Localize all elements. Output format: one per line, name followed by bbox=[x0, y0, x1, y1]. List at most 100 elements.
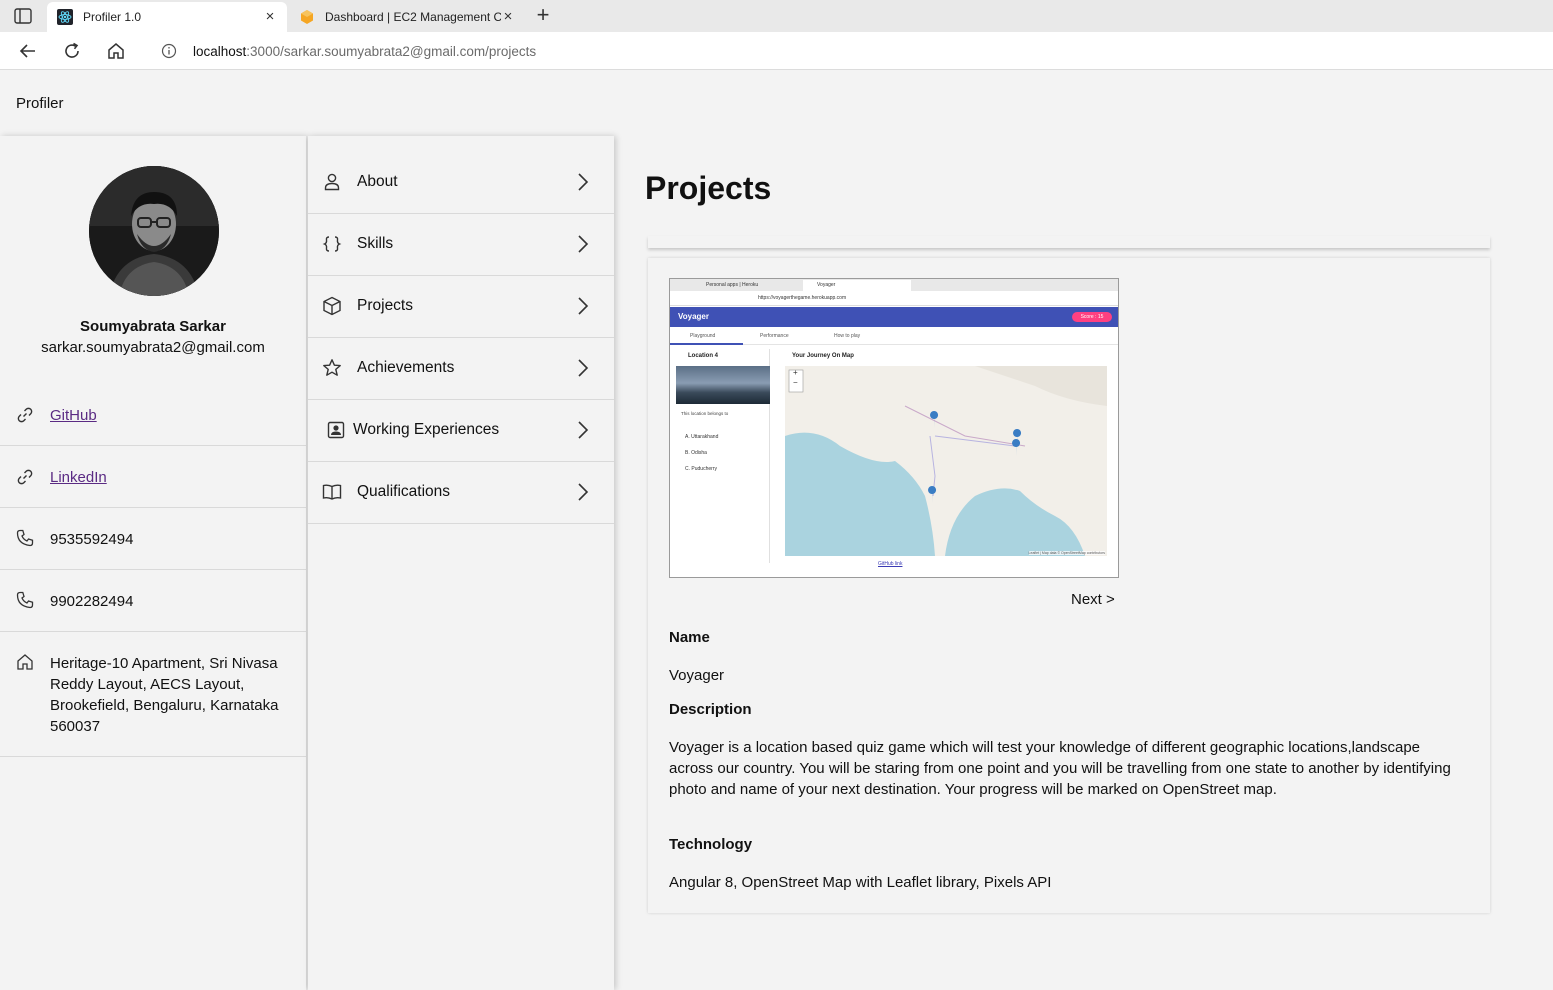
browser-tab-profiler[interactable]: Profiler 1.0 × bbox=[47, 2, 287, 32]
new-tab-button[interactable]: + bbox=[532, 4, 554, 27]
mini-browser-tabbar: Personal apps | Heroku Voyager bbox=[670, 279, 1118, 291]
contact-phone-2: 9902282494 bbox=[0, 570, 306, 632]
menu-item-achievements[interactable]: Achievements bbox=[308, 338, 614, 400]
browser-tab-dashboard[interactable]: Dashboard | EC2 Management C × bbox=[289, 2, 525, 32]
chevron-right-icon bbox=[578, 297, 589, 315]
mini-tab: Personal apps | Heroku bbox=[706, 282, 759, 288]
star-icon bbox=[323, 359, 341, 376]
github-link[interactable]: GitHub bbox=[50, 405, 97, 426]
project-description: Voyager is a location based quiz game wh… bbox=[669, 739, 1451, 798]
mini-question: This location belongs to bbox=[681, 411, 729, 416]
mini-tab-underline bbox=[670, 343, 743, 345]
phone-number: 9902282494 bbox=[50, 593, 134, 610]
mini-brand: Voyager bbox=[678, 312, 709, 321]
mini-github-link: GitHub link bbox=[878, 561, 903, 567]
aws-icon bbox=[301, 10, 313, 24]
menu-item-label: Qualifications bbox=[357, 483, 451, 500]
home-icon bbox=[17, 654, 33, 670]
map-graphic bbox=[785, 366, 1107, 556]
link-icon bbox=[17, 407, 33, 423]
avatar-photo bbox=[89, 166, 219, 296]
close-tab-icon[interactable]: × bbox=[501, 9, 515, 24]
chevron-right-icon bbox=[578, 359, 589, 377]
badge-icon bbox=[327, 421, 345, 439]
braces-icon bbox=[322, 236, 342, 252]
profile-panel: Soumyabrata Sarkar sarkar.soumyabrata2@g… bbox=[0, 136, 306, 990]
cube-icon bbox=[323, 296, 341, 316]
chevron-right-icon bbox=[578, 483, 589, 501]
menu-item-label: Projects bbox=[357, 297, 413, 314]
home-browser-icon[interactable] bbox=[105, 40, 127, 62]
browser-tabbar: Profiler 1.0 × Dashboard | EC2 Managemen… bbox=[0, 0, 1553, 32]
linkedin-link[interactable]: LinkedIn bbox=[50, 467, 107, 488]
avatar bbox=[89, 166, 219, 296]
map-attribution: Leaflet | Map data © OpenStreetMap contr… bbox=[1028, 551, 1105, 555]
chevron-right-icon bbox=[578, 421, 589, 439]
contact-address: Heritage-10 Apartment, Sri Nivasa Reddy … bbox=[0, 632, 306, 757]
link-icon bbox=[17, 469, 33, 485]
name-label: Name bbox=[669, 629, 710, 646]
chevron-right-icon bbox=[578, 235, 589, 253]
url-host: localhost bbox=[193, 43, 247, 59]
phone-icon bbox=[16, 591, 34, 609]
mini-tabs: Playground Performance How to play bbox=[670, 329, 1118, 345]
project-card: Personal apps | Heroku Voyager https://v… bbox=[648, 258, 1490, 913]
close-tab-icon[interactable]: × bbox=[263, 9, 277, 24]
mini-location-title: Location 4 bbox=[688, 353, 719, 359]
menu-item-label: Skills bbox=[357, 235, 394, 252]
project-technology: Angular 8, OpenStreet Map with Leaflet l… bbox=[669, 874, 1052, 891]
mini-map: + − Leaflet | Map data © OpenStreetMap c… bbox=[785, 366, 1107, 556]
browser-toolbar: localhost:3000/sarkar.soumyabrata2@gmail… bbox=[0, 32, 1553, 70]
mini-quiz-panel: Location 4 This location belongs to A. U… bbox=[676, 349, 770, 563]
mini-tab: Voyager bbox=[803, 280, 911, 291]
menu-item-label: Achievements bbox=[357, 359, 455, 376]
zoom-out-icon: − bbox=[793, 378, 798, 387]
menu-item-skills[interactable]: Skills bbox=[308, 214, 614, 276]
tab-title: Dashboard | EC2 Management C bbox=[325, 10, 501, 24]
main-content: Projects Personal apps | Heroku Voyager … bbox=[616, 136, 1553, 990]
contact-linkedin: LinkedIn bbox=[0, 446, 306, 508]
menu-item-working-experiences[interactable]: Working Experiences bbox=[308, 400, 614, 462]
chevron-right-icon bbox=[578, 173, 589, 191]
mini-score-badge: Score : 15 bbox=[1072, 312, 1112, 322]
description-label: Description bbox=[669, 701, 752, 718]
mini-option: C. Puducherry bbox=[685, 466, 717, 472]
contact-phone-1: 9535592494 bbox=[0, 508, 306, 570]
address-text: Heritage-10 Apartment, Sri Nivasa Reddy … bbox=[50, 655, 279, 735]
back-icon[interactable] bbox=[17, 40, 39, 62]
tab-title: Profiler 1.0 bbox=[83, 10, 142, 24]
profile-email: sarkar.soumyabrata2@gmail.com bbox=[41, 339, 265, 356]
project-screenshot: Personal apps | Heroku Voyager https://v… bbox=[669, 278, 1119, 578]
mini-url: https://voyagerthegame.herokuapp.com bbox=[670, 291, 1118, 306]
refresh-icon[interactable] bbox=[61, 40, 83, 62]
mini-app-header: Voyager Score : 15 bbox=[670, 307, 1118, 327]
phone-number: 9535592494 bbox=[50, 531, 134, 548]
mini-tab-label: How to play bbox=[834, 333, 861, 339]
menu-item-qualifications[interactable]: Qualifications bbox=[308, 462, 614, 524]
menu-item-about[interactable]: About bbox=[308, 152, 614, 214]
menu-item-projects[interactable]: Projects bbox=[308, 276, 614, 338]
page-title: Projects bbox=[645, 170, 772, 206]
mini-map-title: Your Journey On Map bbox=[792, 353, 854, 359]
mini-tab-label: Playground bbox=[690, 333, 716, 339]
menu-item-label: Working Experiences bbox=[353, 421, 500, 438]
app-title: Profiler bbox=[16, 95, 64, 112]
book-icon bbox=[322, 484, 342, 500]
mini-location-photo bbox=[676, 366, 770, 404]
menu-item-label: About bbox=[357, 173, 398, 190]
mini-tab-label: Performance bbox=[760, 333, 789, 339]
react-icon bbox=[57, 9, 73, 25]
phone-icon bbox=[16, 529, 34, 547]
info-icon[interactable] bbox=[161, 43, 177, 59]
mini-option: A. Uttarakhand bbox=[685, 434, 719, 440]
section-menu: About Skills Projects Achievements Worki… bbox=[308, 136, 614, 990]
contact-github: GitHub bbox=[0, 384, 306, 446]
person-icon bbox=[324, 173, 340, 191]
zoom-in-icon: + bbox=[793, 368, 798, 377]
tab-actions-icon[interactable] bbox=[14, 8, 32, 24]
url-path: :3000/sarkar.soumyabrata2@gmail.com/proj… bbox=[246, 43, 537, 59]
next-button[interactable]: Next > bbox=[1071, 591, 1115, 608]
url-input[interactable]: localhost:3000/sarkar.soumyabrata2@gmail… bbox=[145, 36, 1553, 66]
technology-label: Technology bbox=[669, 836, 753, 853]
profile-name: Soumyabrata Sarkar bbox=[80, 318, 226, 335]
